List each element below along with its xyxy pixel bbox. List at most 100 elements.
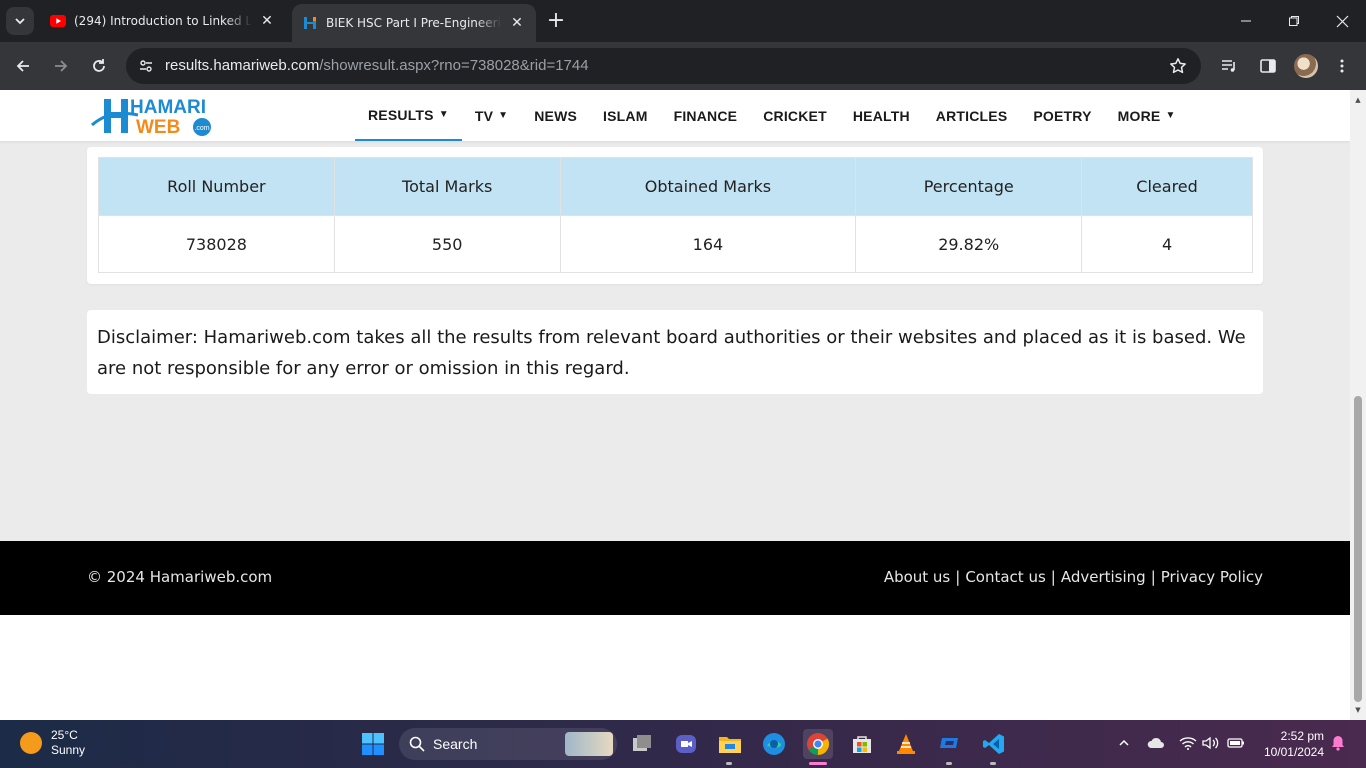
table-header-row: Roll Number Total Marks Obtained Marks P… — [98, 157, 1253, 216]
url-text[interactable]: results.hamariweb.com/showresult.aspx?rn… — [165, 57, 589, 74]
windows-logo-icon — [362, 733, 384, 755]
weather-widget[interactable]: 25°C Sunny — [20, 728, 85, 758]
menu-button[interactable] — [1328, 52, 1356, 80]
scroll-up-arrow-icon[interactable]: ▲ — [1354, 96, 1362, 104]
copyright-text: © 2024 Hamariweb.com — [87, 568, 273, 586]
close-icon[interactable]: ✕ — [508, 14, 526, 32]
nav-item-finance[interactable]: FINANCE — [661, 90, 751, 141]
wifi-icon[interactable] — [1178, 732, 1198, 754]
page-viewport: HAMARI WEB .com RESULTS ▼ TV ▼ NEWS ISLAM … — [0, 90, 1350, 720]
browser-tab-hamariweb[interactable]: BIEK HSC Part I Pre-Engineering Re ✕ — [292, 4, 536, 42]
chevron-up-icon — [1119, 739, 1129, 746]
vlc-cone-icon — [897, 734, 915, 754]
nav-item-articles[interactable]: ARTICLES — [923, 90, 1021, 141]
nav-item-health[interactable]: HEALTH — [840, 90, 923, 141]
nav-item-more[interactable]: MORE ▼ — [1105, 90, 1189, 141]
task-view-button[interactable] — [627, 729, 657, 759]
disclaimer-text: Disclaimer: Hamariweb.com takes all the … — [87, 310, 1263, 394]
reload-button[interactable] — [85, 52, 113, 80]
edge-button[interactable] — [759, 729, 789, 759]
vscode-button[interactable] — [979, 729, 1009, 759]
scrollbar-thumb[interactable] — [1354, 396, 1362, 702]
remote-app-icon — [940, 738, 958, 748]
cleared-cell: 4 — [1081, 215, 1253, 273]
onedrive-icon[interactable] — [1146, 732, 1166, 754]
vscode-icon — [983, 734, 1004, 754]
column-header: Percentage — [855, 157, 1083, 216]
footer-separator: | — [955, 568, 961, 586]
close-icon[interactable]: ✕ — [258, 12, 276, 30]
nav-item-results[interactable]: RESULTS ▼ — [355, 90, 462, 141]
hamariweb-icon — [304, 17, 316, 29]
browser-tab-youtube[interactable]: (294) Introduction to Linked List in ✕ — [40, 0, 286, 42]
nav-item-news[interactable]: NEWS — [521, 90, 590, 141]
logo-badge: .com — [194, 125, 209, 132]
forward-button[interactable] — [47, 52, 75, 80]
minimize-icon — [1241, 20, 1251, 22]
folder-icon — [719, 737, 741, 753]
close-icon — [1336, 15, 1348, 27]
main-nav: RESULTS ▼ TV ▼ NEWS ISLAM FINANCE CRICKET … — [355, 90, 1189, 141]
footer-link-about[interactable]: About us — [884, 568, 950, 586]
profile-avatar[interactable] — [1294, 54, 1318, 78]
total-marks-cell: 550 — [333, 215, 561, 273]
file-explorer-button[interactable] — [715, 729, 745, 759]
teams-chat-button[interactable] — [671, 729, 701, 759]
arrow-left-icon — [16, 60, 29, 72]
new-tab-button[interactable]: + — [544, 9, 568, 33]
back-button[interactable] — [9, 52, 37, 80]
hamariweb-logo[interactable]: HAMARI WEB .com — [90, 95, 215, 137]
nav-item-tv[interactable]: TV ▼ — [462, 90, 521, 141]
battery-icon[interactable] — [1226, 732, 1246, 754]
show-hidden-icons-button[interactable] — [1114, 732, 1134, 754]
app-button[interactable] — [935, 729, 965, 759]
active-indicator — [809, 762, 827, 765]
clock-time: 2:52 pm — [1280, 729, 1324, 743]
bookmark-button[interactable] — [1167, 55, 1189, 77]
side-panel-button[interactable] — [1254, 52, 1282, 80]
column-header: Total Marks — [333, 157, 561, 216]
search-label: Search — [433, 736, 478, 752]
tab-search-button[interactable] — [6, 7, 34, 35]
footer-links: About us | Contact us | Advertising | Priva… — [884, 568, 1263, 586]
edge-icon — [763, 733, 785, 755]
result-table: Roll Number Total Marks Obtained Marks P… — [98, 157, 1253, 273]
site-header: HAMARI WEB .com RESULTS ▼ TV ▼ NEWS ISLAM … — [0, 90, 1350, 141]
search-icon — [409, 736, 425, 752]
table-row: 738028 550 164 29.82% 4 — [98, 215, 1253, 273]
sun-icon — [20, 732, 42, 754]
reading-list-button[interactable] — [1215, 52, 1243, 80]
volume-icon[interactable] — [1201, 732, 1221, 754]
chevron-down-icon: ▼ — [498, 110, 509, 121]
chevron-down-icon: ▼ — [438, 109, 449, 120]
footer-link-contact[interactable]: Contact us — [965, 568, 1045, 586]
taskbar-clock[interactable]: 2:52 pm 10/01/2024 — [1254, 728, 1324, 760]
footer-link-privacy[interactable]: Privacy Policy — [1161, 568, 1263, 586]
vlc-button[interactable] — [891, 729, 921, 759]
store-button[interactable] — [847, 729, 877, 759]
footer-link-advertising[interactable]: Advertising — [1061, 568, 1146, 586]
weather-temp: 25°C — [51, 728, 78, 742]
running-indicator — [990, 762, 996, 765]
notification-bell-icon[interactable] — [1328, 732, 1348, 754]
arrow-right-icon — [55, 60, 68, 72]
nav-item-islam[interactable]: ISLAM — [590, 90, 661, 141]
nav-item-cricket[interactable]: CRICKET — [750, 90, 840, 141]
footer-separator: | — [1150, 568, 1156, 586]
more-vertical-icon — [1340, 59, 1344, 73]
start-button[interactable] — [358, 729, 388, 759]
minimize-button[interactable] — [1222, 0, 1270, 42]
reload-icon — [93, 59, 105, 72]
page-scrollbar[interactable]: ▲ ▼ — [1350, 90, 1366, 720]
nav-item-poetry[interactable]: POETRY — [1020, 90, 1104, 141]
address-bar[interactable]: results.hamariweb.com/showresult.aspx?rn… — [126, 48, 1201, 84]
weather-desc: Sunny — [51, 743, 86, 757]
chrome-button[interactable] — [803, 729, 833, 759]
scroll-down-arrow-icon[interactable]: ▼ — [1354, 706, 1362, 714]
site-info-button[interactable] — [134, 54, 158, 78]
taskbar-search[interactable]: Search — [399, 728, 617, 760]
meet-icon — [676, 735, 696, 753]
restore-button[interactable] — [1270, 0, 1318, 42]
star-icon — [1170, 58, 1186, 74]
close-window-button[interactable] — [1318, 0, 1366, 42]
